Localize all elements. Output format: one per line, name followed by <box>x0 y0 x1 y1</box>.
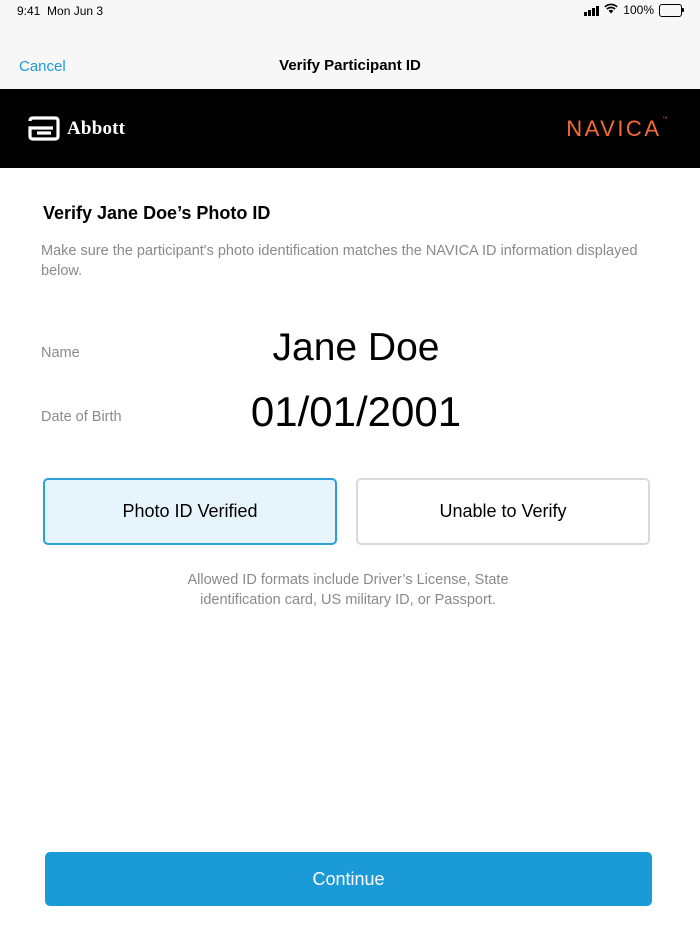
battery-percent: 100% <box>623 3 654 17</box>
continue-label: Continue <box>312 868 385 889</box>
abbott-logo-icon <box>27 115 61 142</box>
unable-to-verify-label: Unable to Verify <box>439 501 567 521</box>
status-bar: 9:41 Mon Jun 3 100% <box>0 0 700 22</box>
navica-logo: NAVICA™ <box>566 116 670 142</box>
instructions-text: Make sure the participant's photo identi… <box>41 243 638 279</box>
brand-banner: Abbott NAVICA™ <box>0 89 700 168</box>
allowed-id-formats-note: Allowed ID formats include Driver’s Lice… <box>100 570 596 610</box>
dob-value: 01/01/2001 <box>250 388 462 435</box>
navica-wordmark: NAVICA <box>566 116 662 141</box>
unable-to-verify-button[interactable]: Unable to Verify <box>356 478 650 545</box>
status-time-text: 9:41 <box>17 4 41 18</box>
photo-id-verified-button[interactable]: Photo ID Verified <box>43 478 337 545</box>
abbott-wordmark: Abbott <box>67 117 126 139</box>
allowed-id-formats-line-1: Allowed ID formats include Driver’s Lice… <box>187 572 509 588</box>
battery-icon <box>659 3 684 17</box>
continue-button[interactable]: Continue <box>45 852 652 906</box>
wifi-icon <box>604 3 618 17</box>
verify-heading: Verify Jane Doe’s Photo ID <box>43 203 271 223</box>
name-label: Name <box>41 345 80 361</box>
dob-label: Date of Birth <box>41 409 122 425</box>
cellular-signal-icon <box>584 5 600 16</box>
status-date-text: Mon Jun 3 <box>47 4 104 18</box>
navigation-bar: Cancel Verify Participant ID <box>0 22 700 89</box>
photo-id-verified-label: Photo ID Verified <box>122 501 258 521</box>
trademark-mark: ™ <box>662 116 670 122</box>
status-indicators: 100% <box>584 3 684 17</box>
name-value: Jane Doe <box>272 326 440 369</box>
status-time: 9:41 Mon Jun 3 <box>17 4 103 18</box>
abbott-logo: Abbott <box>27 115 125 142</box>
page-title: Verify Participant ID <box>279 57 421 74</box>
allowed-id-formats-line-2: identification card, US military ID, or … <box>200 592 496 608</box>
